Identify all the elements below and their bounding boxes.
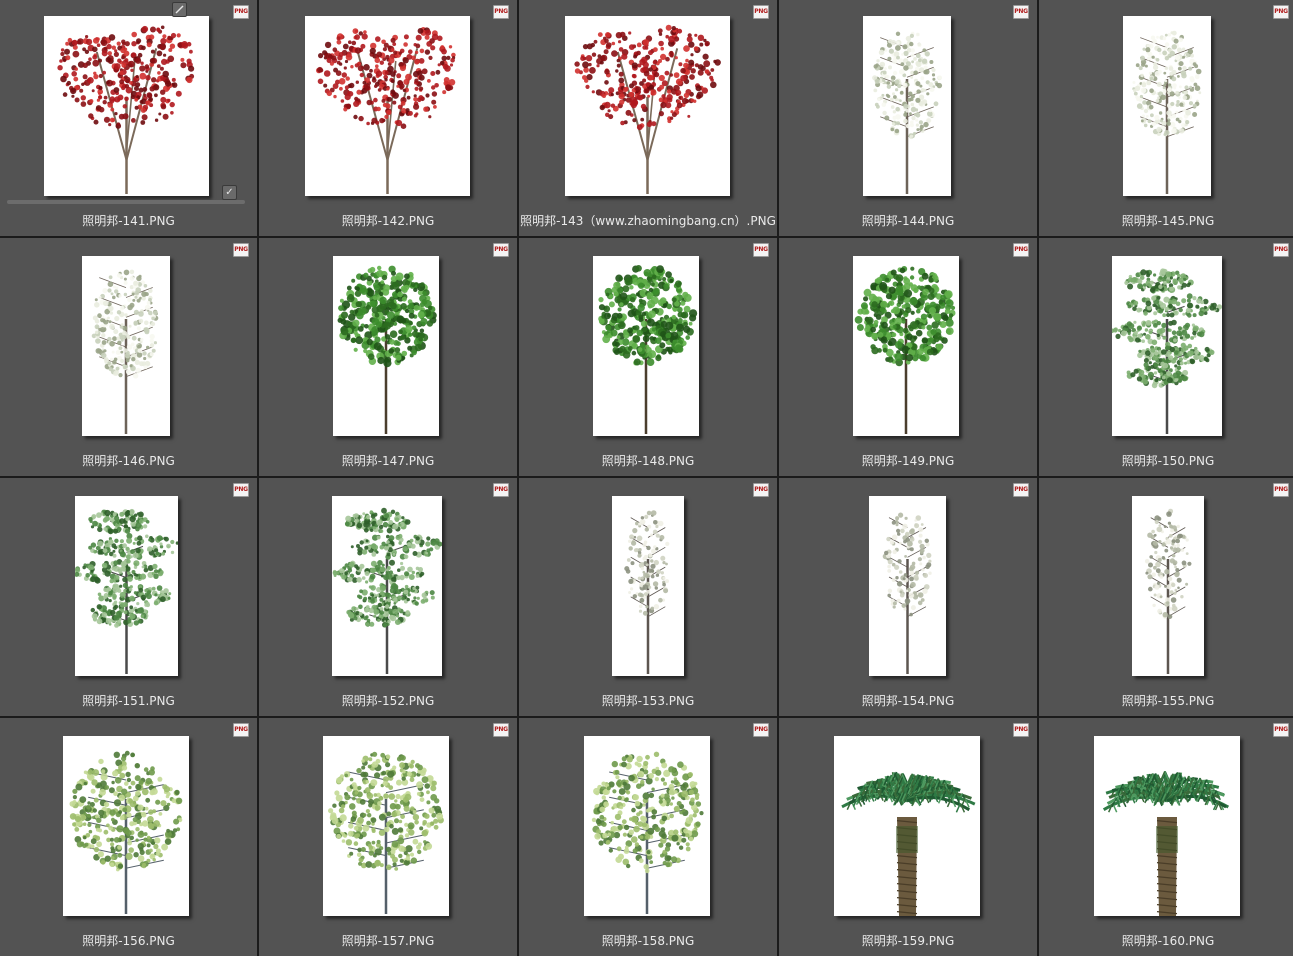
file-tile[interactable]: PNG 照明邦-150.PNG	[1039, 238, 1293, 476]
png-file-icon: PNG	[1013, 723, 1029, 737]
thumbnail-image	[863, 16, 951, 196]
file-tile[interactable]: PNG 照明邦-154.PNG	[779, 478, 1037, 716]
png-file-icon: PNG	[233, 5, 249, 19]
png-file-icon: PNG	[233, 243, 249, 257]
png-file-icon: PNG	[1013, 483, 1029, 497]
file-tile[interactable]: PNG 照明邦-146.PNG	[0, 238, 257, 476]
png-file-icon: PNG	[753, 243, 769, 257]
file-tile[interactable]: PNG 照明邦-160.PNG	[1039, 718, 1293, 956]
png-file-icon: PNG	[493, 483, 509, 497]
png-file-icon: PNG	[1273, 5, 1289, 19]
png-file-icon: PNG	[233, 483, 249, 497]
file-tile[interactable]: PNG 照明邦-148.PNG	[519, 238, 777, 476]
file-name-label: 照明邦-142.PNG	[259, 212, 517, 229]
file-name-label: 照明邦-144.PNG	[779, 212, 1037, 229]
file-thumbnail-grid: ✓ PNG 照明邦-141.PNG PNG 照明邦-142.PNG PNG 照明邦-143（…	[0, 0, 1293, 954]
thumbnail-image	[75, 496, 178, 676]
thumbnail-image	[305, 16, 470, 196]
file-name-label: 照明邦-158.PNG	[519, 932, 777, 949]
thumbnail-image	[332, 496, 442, 676]
file-name-label: 照明邦-155.PNG	[1039, 692, 1293, 709]
png-file-icon: PNG	[753, 483, 769, 497]
file-tile[interactable]: PNG 照明邦-156.PNG	[0, 718, 257, 956]
thumbnail-image	[1112, 256, 1222, 436]
file-name-label: 照明邦-159.PNG	[779, 932, 1037, 949]
png-file-icon: PNG	[1273, 723, 1289, 737]
png-file-icon: PNG	[493, 5, 509, 19]
png-file-icon: PNG	[493, 243, 509, 257]
file-tile[interactable]: PNG 照明邦-151.PNG	[0, 478, 257, 716]
file-name-label: 照明邦-145.PNG	[1039, 212, 1293, 229]
file-tile[interactable]: PNG 照明邦-159.PNG	[779, 718, 1037, 956]
png-file-icon: PNG	[233, 723, 249, 737]
thumbnail-image	[584, 736, 710, 916]
file-tile[interactable]: PNG 照明邦-149.PNG	[779, 238, 1037, 476]
file-name-label: 照明邦-141.PNG	[0, 212, 257, 229]
thumbnail-image	[82, 256, 170, 436]
thumbnail-image	[1132, 496, 1204, 676]
thumbnail-image	[323, 736, 449, 916]
file-name-label: 照明邦-154.PNG	[779, 692, 1037, 709]
thumbnail-image	[1123, 16, 1211, 196]
file-tile[interactable]: PNG 照明邦-155.PNG	[1039, 478, 1293, 716]
file-tile[interactable]: PNG 照明邦-158.PNG	[519, 718, 777, 956]
png-file-icon: PNG	[1013, 243, 1029, 257]
file-name-label: 照明邦-157.PNG	[259, 932, 517, 949]
resize-handle-icon[interactable]	[172, 2, 187, 17]
png-file-icon: PNG	[1273, 243, 1289, 257]
thumbnail-image	[853, 256, 959, 436]
file-name-label: 照明邦-146.PNG	[0, 452, 257, 469]
file-tile[interactable]: PNG 照明邦-157.PNG	[259, 718, 517, 956]
thumbnail-image	[565, 16, 730, 196]
checkmark-icon[interactable]: ✓	[222, 185, 237, 200]
file-tile[interactable]: PNG 照明邦-153.PNG	[519, 478, 777, 716]
png-file-icon: PNG	[753, 723, 769, 737]
file-name-label: 照明邦-151.PNG	[0, 692, 257, 709]
png-file-icon: PNG	[1273, 483, 1289, 497]
file-tile[interactable]: PNG 照明邦-145.PNG	[1039, 0, 1293, 236]
file-name-label: 照明邦-156.PNG	[0, 932, 257, 949]
file-name-label: 照明邦-143（www.zhaomingbang.cn）.PNG	[519, 212, 777, 229]
thumbnail-image	[834, 736, 980, 916]
thumbnail-image	[593, 256, 699, 436]
png-file-icon: PNG	[493, 723, 509, 737]
file-name-label: 照明邦-147.PNG	[259, 452, 517, 469]
file-tile[interactable]: PNG 照明邦-152.PNG	[259, 478, 517, 716]
file-tile[interactable]: ✓ PNG 照明邦-141.PNG	[0, 0, 257, 236]
thumbnail-size-slider[interactable]	[7, 200, 245, 204]
png-file-icon: PNG	[753, 5, 769, 19]
thumbnail-image	[63, 736, 189, 916]
file-name-label: 照明邦-150.PNG	[1039, 452, 1293, 469]
file-tile[interactable]: PNG 照明邦-143（www.zhaomingbang.cn）.PNG	[519, 0, 777, 236]
file-tile[interactable]: PNG 照明邦-147.PNG	[259, 238, 517, 476]
file-tile[interactable]: PNG 照明邦-144.PNG	[779, 0, 1037, 236]
thumbnail-image	[333, 256, 439, 436]
thumbnail-image	[44, 16, 209, 196]
file-name-label: 照明邦-148.PNG	[519, 452, 777, 469]
file-name-label: 照明邦-153.PNG	[519, 692, 777, 709]
file-name-label: 照明邦-160.PNG	[1039, 932, 1293, 949]
file-name-label: 照明邦-149.PNG	[779, 452, 1037, 469]
thumbnail-image	[1094, 736, 1240, 916]
thumbnail-image	[869, 496, 946, 676]
file-name-label: 照明邦-152.PNG	[259, 692, 517, 709]
thumbnail-image	[612, 496, 684, 676]
png-file-icon: PNG	[1013, 5, 1029, 19]
file-tile[interactable]: PNG 照明邦-142.PNG	[259, 0, 517, 236]
